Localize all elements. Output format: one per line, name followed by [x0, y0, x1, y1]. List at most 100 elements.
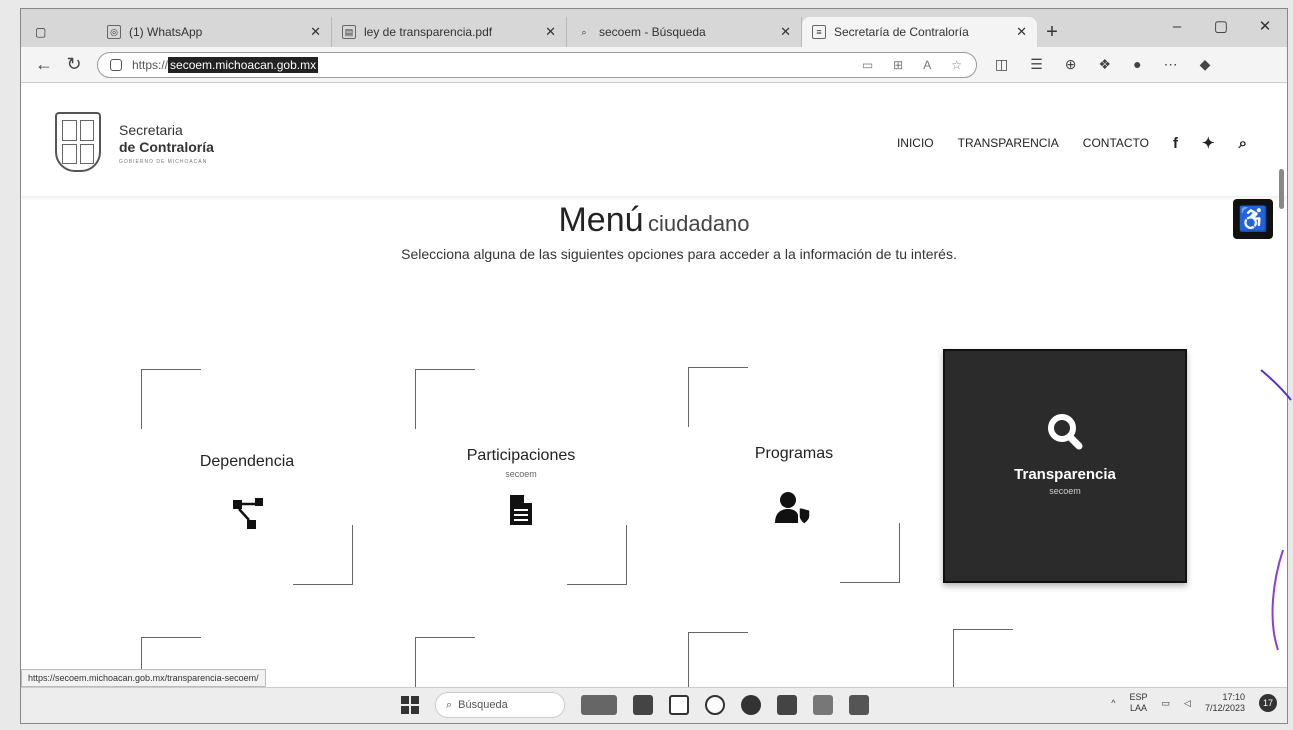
scrollbar-thumb[interactable]	[1279, 169, 1284, 209]
tab-label: Secretaría de Contraloría	[834, 25, 969, 39]
site-nav: INICIO TRANSPARENCIA CONTACTO f ✦ ⌕	[897, 134, 1247, 153]
close-icon[interactable]: ✕	[780, 24, 791, 40]
favorites-icon[interactable]: ☰	[1030, 56, 1043, 73]
card-row2-3[interactable]	[678, 624, 910, 692]
extensions-icon[interactable]: ❖	[1099, 56, 1112, 73]
close-icon[interactable]: ✕	[545, 24, 556, 40]
search-icon[interactable]: ⌕	[1239, 135, 1247, 152]
tab-label: secoem - Búsqueda	[599, 25, 706, 39]
card-row2-4[interactable]	[943, 621, 1175, 689]
read-aloud-icon[interactable]: A	[923, 58, 931, 72]
clock-time: 17:10	[1222, 692, 1245, 702]
search-icon: ⌕	[581, 26, 587, 37]
minimize-icon[interactable]: –	[1155, 9, 1199, 43]
card-title: Programas	[754, 445, 834, 462]
card-row2-2[interactable]	[405, 629, 637, 697]
copilot-icon[interactable]: ◆	[1200, 56, 1211, 73]
menu-subtitle: Selecciona alguna de las siguientes opci…	[401, 246, 957, 262]
search-icon: ⌕	[446, 698, 453, 711]
window-controls: – ▢ ✕	[1155, 9, 1287, 43]
card-transparencia[interactable]: Transparencia secoem	[943, 349, 1187, 583]
system-tray: ^ ESP LAA ▭ ◁ 17:10 7/12/2023 17	[1111, 692, 1277, 714]
chat-icon[interactable]	[705, 695, 725, 715]
card-title: Transparencia	[1014, 466, 1116, 483]
cast-icon[interactable]: ▭	[862, 58, 873, 72]
maximize-icon[interactable]: ▢	[1199, 9, 1243, 43]
start-button[interactable]	[401, 696, 419, 714]
card-participaciones[interactable]: Participaciones secoem	[405, 361, 637, 593]
menu-title: Menú ciudadano	[21, 201, 1287, 240]
network-icon[interactable]: ▭	[1162, 698, 1171, 709]
crest-logo[interactable]	[55, 112, 101, 172]
brand-line2: de Contraloría	[119, 139, 214, 155]
lang-top: ESP	[1129, 692, 1148, 702]
split-screen-icon[interactable]: ◫	[995, 56, 1008, 73]
whatsapp-icon: ◎	[107, 25, 121, 39]
refresh-icon[interactable]: ↻	[59, 54, 89, 75]
volume-icon[interactable]: ◁	[1184, 698, 1191, 709]
new-tab-button[interactable]: +	[1037, 17, 1067, 47]
document-icon	[405, 495, 637, 525]
title-big: Menú	[558, 201, 644, 239]
url-field[interactable]: https:// secoem.michoacan.gob.mx ▭ ⊞ A ☆	[97, 51, 977, 78]
snap-icon[interactable]	[669, 695, 689, 715]
search-icon	[945, 413, 1185, 451]
more-icon[interactable]: ⋯	[1164, 56, 1178, 73]
tab-secretaria[interactable]: ≡ Secretaría de Contraloría ✕	[802, 17, 1037, 47]
grid-icon[interactable]: ⊞	[893, 58, 903, 72]
store-icon[interactable]	[777, 695, 797, 715]
accessibility-icon[interactable]: ♿	[1233, 199, 1273, 239]
tab-list-icon[interactable]: ▢	[35, 25, 46, 39]
tab-label: ley de transparencia.pdf	[364, 25, 493, 39]
back-icon[interactable]: ←	[29, 54, 59, 75]
card-title: Participaciones	[466, 447, 576, 464]
facebook-icon[interactable]: f	[1173, 135, 1178, 152]
brand-tagline: GOBIERNO DE MICHOACÁN	[119, 159, 208, 165]
favorite-star-icon[interactable]: ☆	[951, 58, 962, 72]
lock-icon	[110, 58, 122, 71]
lang-bottom: LAA	[1130, 703, 1148, 713]
card-title: Dependencia	[199, 453, 295, 470]
close-window-icon[interactable]: ✕	[1243, 9, 1287, 43]
card-dependencia[interactable]: Dependencia	[131, 361, 363, 593]
card-subtitle: secoem	[505, 469, 537, 479]
widgets-icon[interactable]	[581, 695, 617, 715]
card-programas[interactable]: Programas	[678, 359, 910, 591]
app-icon[interactable]	[849, 695, 869, 715]
card-subtitle: secoem	[1049, 486, 1081, 496]
chevron-up-icon[interactable]: ^	[1111, 698, 1115, 708]
task-view-icon[interactable]	[633, 695, 653, 715]
url-prefix: https://	[132, 57, 169, 72]
sitemap-icon	[131, 496, 363, 532]
notification-badge[interactable]: 17	[1259, 694, 1277, 712]
address-bar: ← ↻ https:// secoem.michoacan.gob.mx ▭ ⊞…	[21, 47, 1287, 83]
site-header: Secretaria de Contraloría GOBIERNO DE MI…	[21, 84, 1287, 196]
profile-icon[interactable]: ●	[1133, 56, 1141, 73]
tab-bar: ▢ ◎ (1) WhatsApp ✕ ▤ ley de transparenci…	[21, 9, 1287, 47]
nav-inicio[interactable]: INICIO	[897, 136, 934, 150]
tab-pdf[interactable]: ▤ ley de transparencia.pdf ✕	[332, 17, 567, 47]
close-icon[interactable]: ✕	[310, 24, 321, 40]
language-indicator[interactable]: ESP LAA	[1130, 692, 1148, 714]
tab-actions[interactable]: ▢	[27, 17, 97, 47]
tab-label: (1) WhatsApp	[129, 25, 203, 39]
taskbar: ⌕ Búsqueda ^ ESP LAA ▭ ◁ 17:10 7/12/2023	[21, 687, 1287, 723]
tab-whatsapp[interactable]: ◎ (1) WhatsApp ✕	[97, 17, 332, 47]
taskbar-search[interactable]: ⌕ Búsqueda	[435, 692, 565, 718]
nav-contacto[interactable]: CONTACTO	[1083, 136, 1149, 150]
clock-date: 7/12/2023	[1204, 703, 1245, 713]
page-icon: ≡	[812, 25, 826, 39]
url-host: secoem.michoacan.gob.mx	[168, 56, 319, 73]
close-icon[interactable]: ✕	[1016, 24, 1027, 40]
title-small: ciudadano	[647, 211, 750, 236]
twitter-icon[interactable]: ✦	[1202, 134, 1215, 152]
pen-mark	[1260, 369, 1292, 651]
edge-icon[interactable]	[741, 695, 761, 715]
clock[interactable]: 17:10 7/12/2023	[1205, 692, 1245, 714]
brand[interactable]: Secretaria de Contraloría GOBIERNO DE MI…	[119, 122, 214, 165]
nav-transparencia[interactable]: TRANSPARENCIA	[958, 136, 1059, 150]
file-explorer-icon[interactable]	[813, 695, 833, 715]
pdf-icon: ▤	[342, 25, 356, 39]
collections-icon[interactable]: ⊕	[1065, 56, 1077, 73]
tab-search[interactable]: ⌕ secoem - Búsqueda ✕	[567, 17, 802, 47]
